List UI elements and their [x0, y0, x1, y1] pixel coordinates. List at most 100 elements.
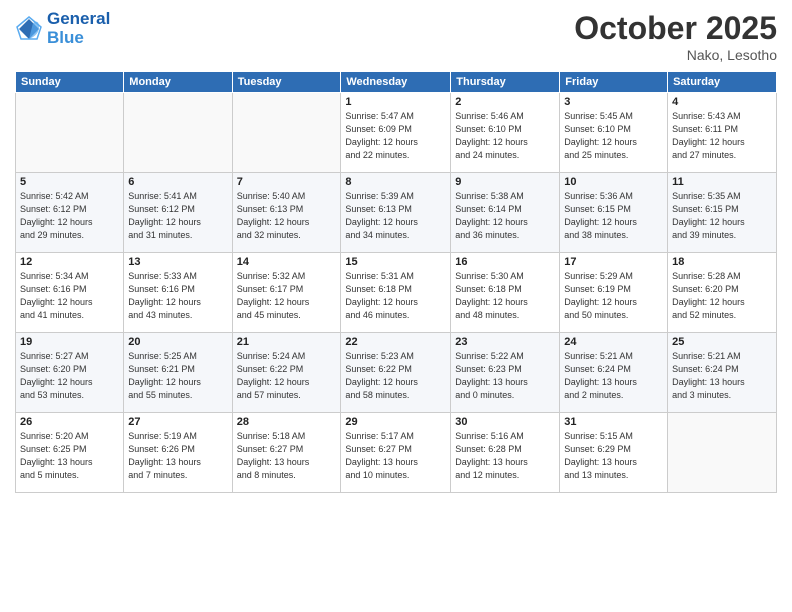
calendar-week-row: 26 Sunrise: 5:20 AMSunset: 6:25 PMDayligh…	[16, 413, 777, 493]
day-number: 17	[564, 256, 663, 268]
day-number: 26	[20, 416, 119, 428]
day-info: Sunrise: 5:41 AMSunset: 6:12 PMDaylight:…	[128, 190, 227, 242]
day-info: Sunrise: 5:42 AMSunset: 6:12 PMDaylight:…	[20, 190, 119, 242]
location: Nako, Lesotho	[574, 47, 777, 63]
day-number: 6	[128, 176, 227, 188]
table-row: 24Sunrise: 5:21 AMSunset: 6:24 PMDayligh…	[560, 333, 668, 413]
day-info: Sunrise: 5:21 AMSunset: 6:24 PMDaylight:…	[564, 350, 663, 402]
day-info: Sunrise: 5:19 AMSunset: 6:26 PMDaylight:…	[128, 430, 227, 482]
day-number: 11	[672, 176, 772, 188]
calendar-week-row: 1 Sunrise: 5:47 AMSunset: 6:09 PMDaylight…	[16, 93, 777, 173]
table-row: 3Sunrise: 5:45 AMSunset: 6:10 PMDaylight…	[560, 93, 668, 173]
day-number: 31	[564, 416, 663, 428]
day-number: 14	[237, 256, 337, 268]
day-info: Sunrise: 5:34 AMSunset: 6:16 PMDaylight:…	[20, 270, 119, 322]
logo-text-block: General Blue	[47, 10, 110, 47]
calendar-page: General Blue October 2025 Nako, Lesotho …	[0, 0, 792, 612]
day-info: Sunrise: 5:22 AMSunset: 6:23 PMDaylight:…	[455, 350, 555, 402]
table-row: 21 Sunrise: 5:24 AMSunset: 6:22 PMDayligh…	[232, 333, 341, 413]
day-number: 12	[20, 256, 119, 268]
col-tuesday: Tuesday	[232, 72, 341, 93]
table-row: 26 Sunrise: 5:20 AMSunset: 6:25 PMDayligh…	[16, 413, 124, 493]
day-info: Sunrise: 5:38 AMSunset: 6:14 PMDaylight:…	[455, 190, 555, 242]
table-row	[668, 413, 777, 493]
day-number: 9	[455, 176, 555, 188]
col-saturday: Saturday	[668, 72, 777, 93]
day-number: 22	[345, 336, 446, 348]
table-row	[232, 93, 341, 173]
table-row: 9 Sunrise: 5:38 AMSunset: 6:14 PMDaylight…	[451, 173, 560, 253]
table-row: 2 Sunrise: 5:46 AMSunset: 6:10 PMDaylight…	[451, 93, 560, 173]
table-row: 13 Sunrise: 5:33 AMSunset: 6:16 PMDayligh…	[124, 253, 232, 333]
table-row: 29Sunrise: 5:17 AMSunset: 6:27 PMDayligh…	[341, 413, 451, 493]
table-row: 10 Sunrise: 5:36 AMSunset: 6:15 PMDayligh…	[560, 173, 668, 253]
day-info: Sunrise: 5:32 AMSunset: 6:17 PMDaylight:…	[237, 270, 337, 322]
table-row: 28 Sunrise: 5:18 AMSunset: 6:27 PMDayligh…	[232, 413, 341, 493]
col-wednesday: Wednesday	[341, 72, 451, 93]
day-number: 25	[672, 336, 772, 348]
day-number: 13	[128, 256, 227, 268]
table-row: 8Sunrise: 5:39 AMSunset: 6:13 PMDaylight…	[341, 173, 451, 253]
table-row: 5 Sunrise: 5:42 AMSunset: 6:12 PMDaylight…	[16, 173, 124, 253]
calendar-table: Sunday Monday Tuesday Wednesday Thursday…	[15, 71, 777, 493]
table-row: 27 Sunrise: 5:19 AMSunset: 6:26 PMDayligh…	[124, 413, 232, 493]
table-row: 17 Sunrise: 5:29 AMSunset: 6:19 PMDayligh…	[560, 253, 668, 333]
day-number: 4	[672, 96, 772, 108]
day-number: 27	[128, 416, 227, 428]
day-info: Sunrise: 5:27 AMSunset: 6:20 PMDaylight:…	[20, 350, 119, 402]
day-number: 21	[237, 336, 337, 348]
table-row: 19 Sunrise: 5:27 AMSunset: 6:20 PMDayligh…	[16, 333, 124, 413]
day-number: 2	[455, 96, 555, 108]
logo-line2: Blue	[47, 29, 110, 48]
title-block: October 2025 Nako, Lesotho	[574, 10, 777, 63]
table-row: 25 Sunrise: 5:21 AMSunset: 6:24 PMDayligh…	[668, 333, 777, 413]
table-row: 20 Sunrise: 5:25 AMSunset: 6:21 PMDayligh…	[124, 333, 232, 413]
day-info: Sunrise: 5:36 AMSunset: 6:15 PMDaylight:…	[564, 190, 663, 242]
day-info: Sunrise: 5:17 AMSunset: 6:27 PMDaylight:…	[345, 430, 446, 482]
table-row: 22 Sunrise: 5:23 AMSunset: 6:22 PMDayligh…	[341, 333, 451, 413]
table-row: 12 Sunrise: 5:34 AMSunset: 6:16 PMDayligh…	[16, 253, 124, 333]
day-number: 1	[345, 96, 446, 108]
day-info: Sunrise: 5:25 AMSunset: 6:21 PMDaylight:…	[128, 350, 227, 402]
logo: General Blue	[15, 10, 110, 47]
calendar-week-row: 5 Sunrise: 5:42 AMSunset: 6:12 PMDaylight…	[16, 173, 777, 253]
day-number: 18	[672, 256, 772, 268]
day-number: 20	[128, 336, 227, 348]
day-number: 28	[237, 416, 337, 428]
day-info: Sunrise: 5:46 AMSunset: 6:10 PMDaylight:…	[455, 110, 555, 162]
table-row: 14 Sunrise: 5:32 AMSunset: 6:17 PMDayligh…	[232, 253, 341, 333]
day-info: Sunrise: 5:47 AMSunset: 6:09 PMDaylight:…	[345, 110, 446, 162]
col-monday: Monday	[124, 72, 232, 93]
calendar-header-row: Sunday Monday Tuesday Wednesday Thursday…	[16, 72, 777, 93]
day-info: Sunrise: 5:20 AMSunset: 6:25 PMDaylight:…	[20, 430, 119, 482]
day-number: 10	[564, 176, 663, 188]
day-info: Sunrise: 5:29 AMSunset: 6:19 PMDaylight:…	[564, 270, 663, 322]
col-sunday: Sunday	[16, 72, 124, 93]
table-row: 4Sunrise: 5:43 AMSunset: 6:11 PMDaylight…	[668, 93, 777, 173]
table-row: 11 Sunrise: 5:35 AMSunset: 6:15 PMDayligh…	[668, 173, 777, 253]
day-info: Sunrise: 5:33 AMSunset: 6:16 PMDaylight:…	[128, 270, 227, 322]
day-number: 15	[345, 256, 446, 268]
day-info: Sunrise: 5:35 AMSunset: 6:15 PMDaylight:…	[672, 190, 772, 242]
day-info: Sunrise: 5:23 AMSunset: 6:22 PMDaylight:…	[345, 350, 446, 402]
month-title: October 2025	[574, 10, 777, 47]
col-thursday: Thursday	[451, 72, 560, 93]
table-row: 6 Sunrise: 5:41 AMSunset: 6:12 PMDaylight…	[124, 173, 232, 253]
day-info: Sunrise: 5:24 AMSunset: 6:22 PMDaylight:…	[237, 350, 337, 402]
logo-icon	[15, 15, 43, 43]
day-info: Sunrise: 5:15 AMSunset: 6:29 PMDaylight:…	[564, 430, 663, 482]
table-row: 16Sunrise: 5:30 AMSunset: 6:18 PMDayligh…	[451, 253, 560, 333]
logo-line1: General	[47, 10, 110, 29]
table-row: 1 Sunrise: 5:47 AMSunset: 6:09 PMDaylight…	[341, 93, 451, 173]
day-number: 5	[20, 176, 119, 188]
day-info: Sunrise: 5:18 AMSunset: 6:27 PMDaylight:…	[237, 430, 337, 482]
day-info: Sunrise: 5:40 AMSunset: 6:13 PMDaylight:…	[237, 190, 337, 242]
table-row: 15Sunrise: 5:31 AMSunset: 6:18 PMDayligh…	[341, 253, 451, 333]
day-info: Sunrise: 5:21 AMSunset: 6:24 PMDaylight:…	[672, 350, 772, 402]
day-number: 30	[455, 416, 555, 428]
table-row: 30Sunrise: 5:16 AMSunset: 6:28 PMDayligh…	[451, 413, 560, 493]
day-number: 19	[20, 336, 119, 348]
day-info: Sunrise: 5:39 AMSunset: 6:13 PMDaylight:…	[345, 190, 446, 242]
table-row: 31 Sunrise: 5:15 AMSunset: 6:29 PMDayligh…	[560, 413, 668, 493]
calendar-week-row: 12 Sunrise: 5:34 AMSunset: 6:16 PMDayligh…	[16, 253, 777, 333]
